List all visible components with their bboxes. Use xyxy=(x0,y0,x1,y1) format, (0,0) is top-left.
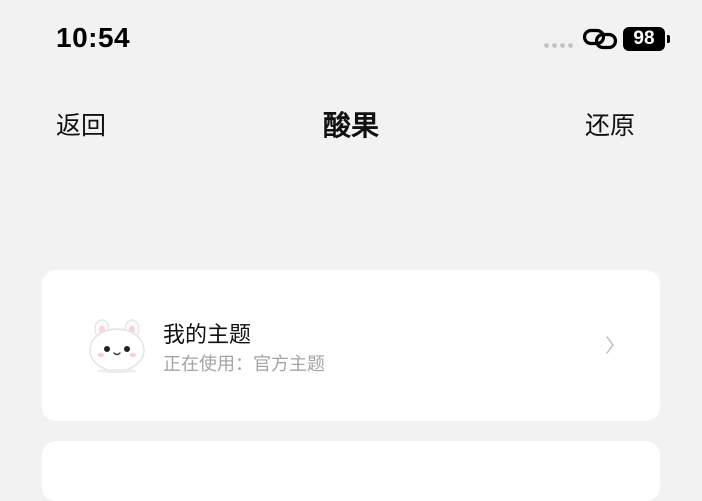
next-card[interactable] xyxy=(42,441,660,501)
signal-dots-icon xyxy=(544,43,573,48)
status-time: 10:54 xyxy=(56,22,131,53)
link-icon xyxy=(582,28,618,50)
theme-status-prefix: 正在使用： xyxy=(163,354,253,375)
my-theme-card[interactable]: 我的主题 正在使用：官方主题 xyxy=(42,270,660,421)
theme-status-value: 官方主题 xyxy=(253,354,325,375)
battery-tip xyxy=(667,35,670,43)
theme-title: 我的主题 xyxy=(163,323,252,348)
battery-level: 98 xyxy=(633,28,655,49)
theme-status: 正在使用：官方主题 xyxy=(163,350,325,376)
battery-icon: 98 xyxy=(623,27,665,51)
chevron-right-icon xyxy=(606,336,614,354)
restore-button[interactable]: 还原 xyxy=(585,106,635,142)
back-button[interactable]: 返回 xyxy=(56,106,106,142)
nav-bar: 酸果 返回 还原 xyxy=(0,96,702,150)
bunny-avatar-icon xyxy=(89,319,145,373)
status-bar: 10:54 98 xyxy=(0,0,702,78)
